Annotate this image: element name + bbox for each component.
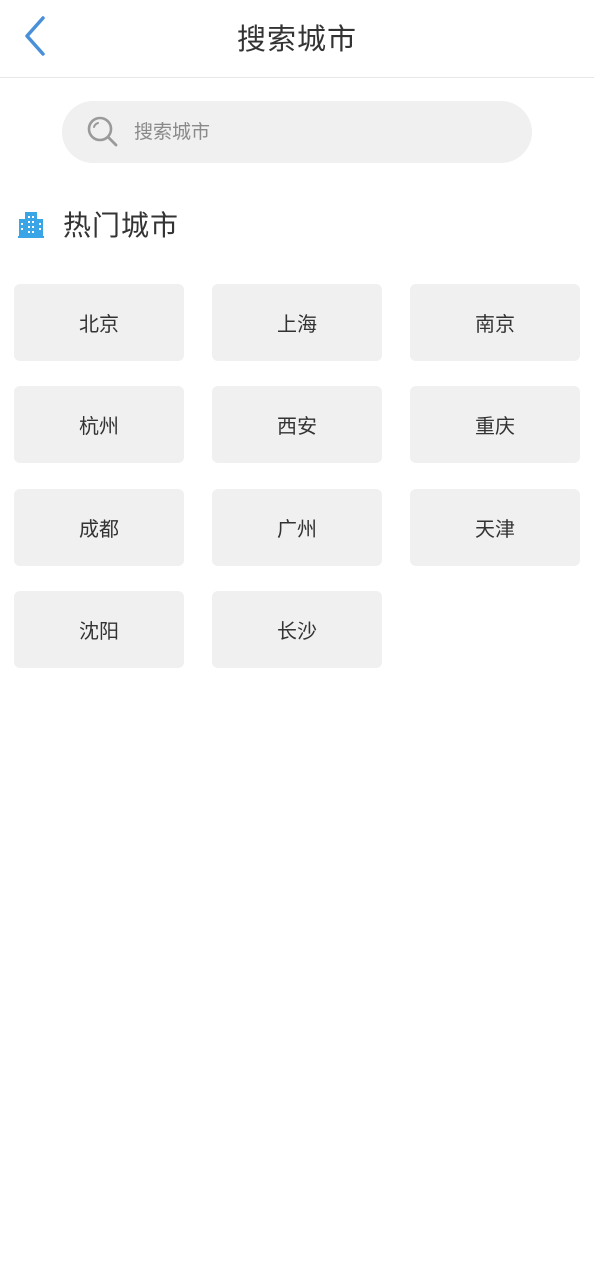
search-bar[interactable] (62, 101, 532, 163)
page-title: 搜索城市 (236, 22, 357, 56)
city-button-changsha[interactable]: 长沙 (212, 591, 382, 668)
search-icon (86, 115, 120, 149)
hot-cities-header: 热门城市 (16, 200, 179, 248)
city-button-shenyang[interactable]: 沈阳 (14, 591, 184, 668)
city-button-chongqing[interactable]: 重庆 (410, 386, 580, 463)
city-button-chengdu[interactable]: 成都 (14, 489, 184, 566)
city-button-xian[interactable]: 西安 (212, 386, 382, 463)
building-icon (16, 208, 46, 240)
city-button-tianjin[interactable]: 天津 (410, 489, 580, 566)
section-title: 热门城市 (63, 209, 180, 242)
city-button-guangzhou[interactable]: 广州 (212, 489, 382, 566)
search-input[interactable] (134, 112, 494, 152)
city-button-beijing[interactable]: 北京 (14, 284, 184, 361)
nav-bar: 搜索城市 (0, 0, 594, 78)
city-button-shanghai[interactable]: 上海 (212, 284, 382, 361)
city-button-hangzhou[interactable]: 杭州 (14, 386, 184, 463)
city-button-nanjing[interactable]: 南京 (410, 284, 580, 361)
